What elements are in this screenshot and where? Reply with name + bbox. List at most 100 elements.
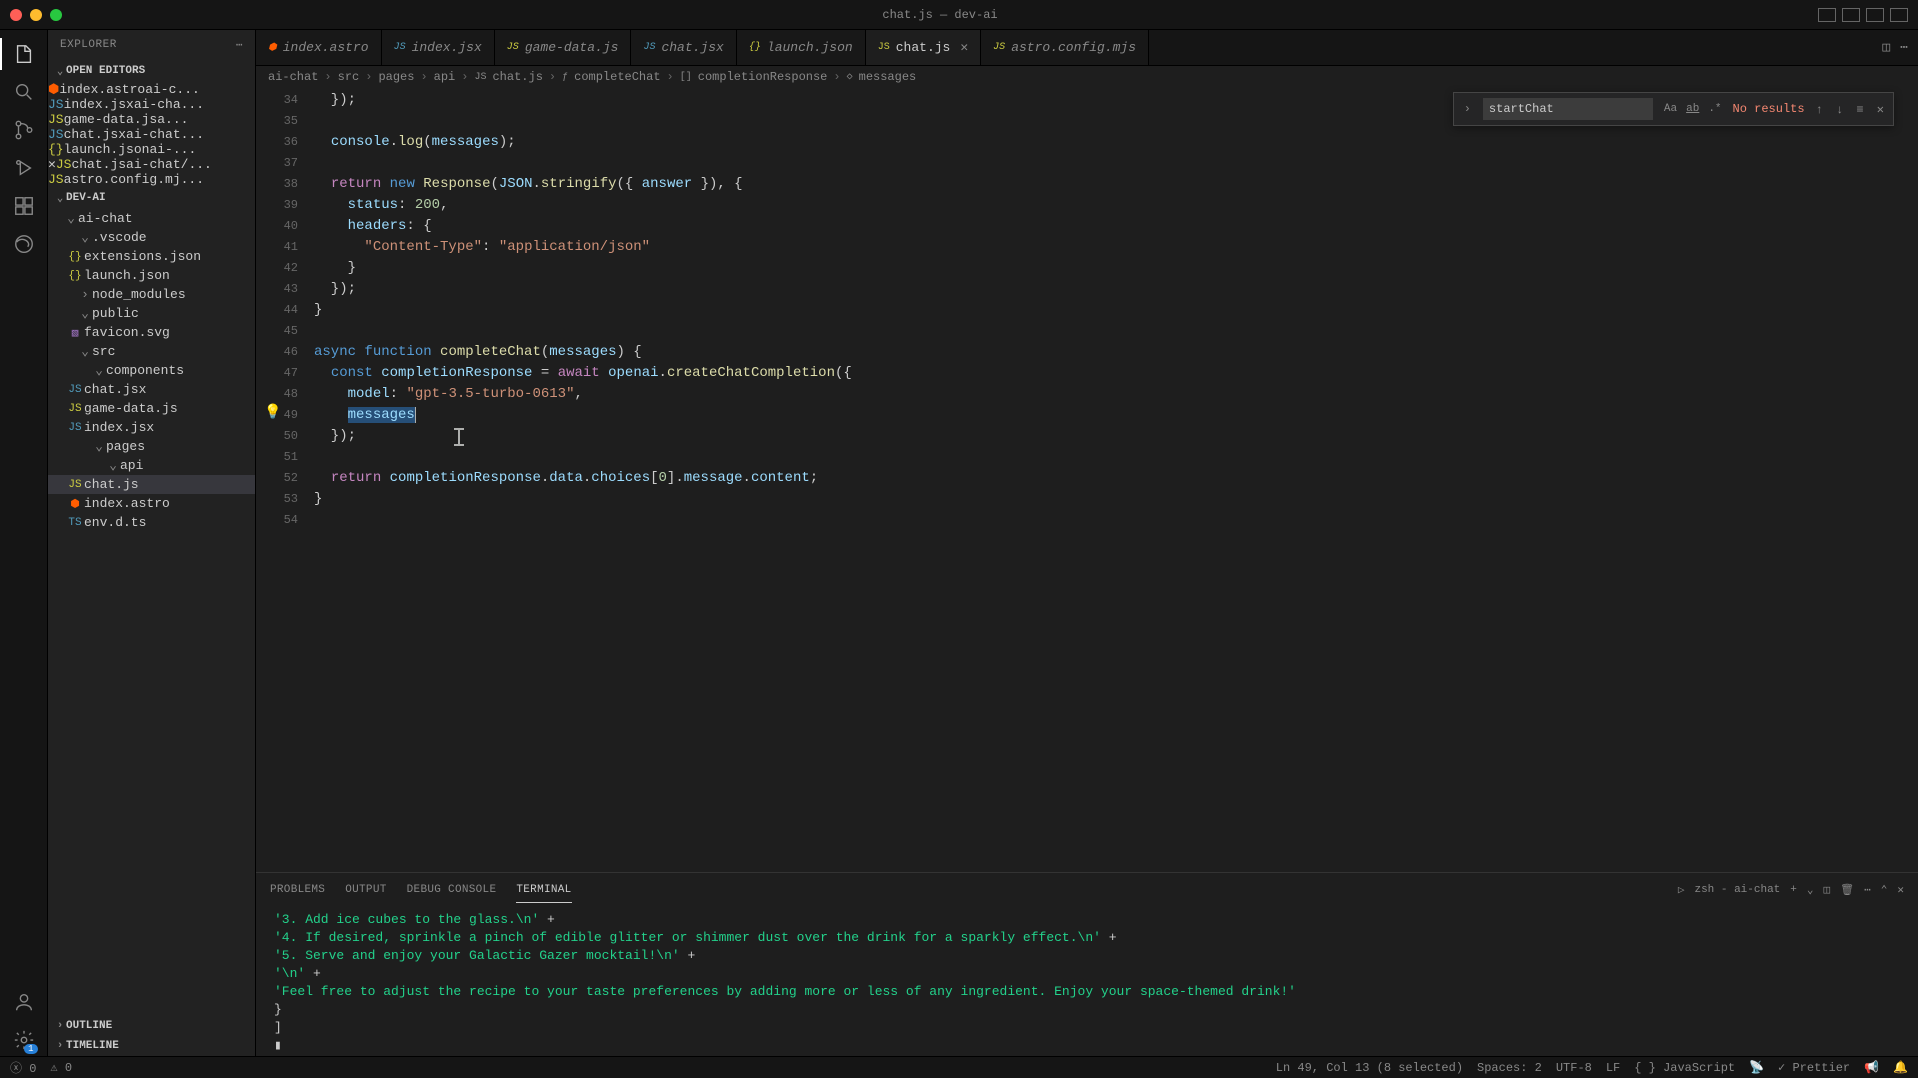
file-item[interactable]: JSindex.jsx <box>48 418 255 437</box>
open-editor-item[interactable]: JSchat.jsxai-chat... <box>48 127 255 142</box>
breadcrumb[interactable]: ai-chat›src›pages›api›JSchat.js›ƒcomplet… <box>256 66 1918 88</box>
minimap[interactable] <box>1904 88 1918 872</box>
breadcrumb-item[interactable]: chat.js <box>492 70 542 84</box>
status-encoding[interactable]: UTF-8 <box>1556 1061 1592 1075</box>
file-item[interactable]: JSchat.js <box>48 475 255 494</box>
folder-ai-chat[interactable]: ⌄ai-chat <box>48 209 255 228</box>
activity-debug-icon[interactable] <box>8 152 40 184</box>
find-next-icon[interactable]: ↓ <box>1833 103 1846 117</box>
find-close-icon[interactable]: ✕ <box>1874 103 1887 117</box>
toggle-panel-right-icon[interactable] <box>1866 8 1884 22</box>
status-ports-icon[interactable]: 📡 <box>1749 1060 1764 1075</box>
status-eol[interactable]: LF <box>1606 1061 1620 1075</box>
regex-icon[interactable]: .* <box>1705 101 1724 117</box>
terminal-kill-icon[interactable]: 🗑 <box>1840 883 1854 897</box>
panel-tab-debug-console[interactable]: DEBUG CONSOLE <box>407 878 497 902</box>
window-maximize-button[interactable] <box>50 9 62 21</box>
tab-launch.json[interactable]: {}launch.json <box>737 30 866 65</box>
folder-node_modules[interactable]: ›node_modules <box>48 285 255 304</box>
lightbulb-icon[interactable]: 💡 <box>264 404 281 421</box>
breadcrumb-item[interactable]: messages <box>859 70 917 84</box>
activity-search-icon[interactable] <box>8 76 40 108</box>
close-icon[interactable]: ✕ <box>48 157 56 172</box>
match-case-icon[interactable]: Aa <box>1661 101 1680 117</box>
find-selection-icon[interactable]: ≡ <box>1853 103 1866 117</box>
tab-index.jsx[interactable]: JSindex.jsx <box>382 30 495 65</box>
find-expand-icon[interactable]: › <box>1460 102 1475 116</box>
terminal-shell-label[interactable]: zsh - ai-chat <box>1694 884 1780 896</box>
breadcrumb-item[interactable]: completionResponse <box>698 70 828 84</box>
terminal-split-icon[interactable]: ◫ <box>1824 883 1831 897</box>
terminal-new-icon[interactable]: + <box>1790 884 1797 896</box>
open-editor-item[interactable]: JSgame-data.jsa... <box>48 112 255 127</box>
more-actions-icon[interactable]: ⋯ <box>1900 40 1908 55</box>
panel-tab-output[interactable]: OUTPUT <box>345 878 386 902</box>
open-editors-header[interactable]: ⌄ OPEN EDITORS <box>48 60 255 82</box>
activity-explorer-icon[interactable] <box>8 38 40 70</box>
workspace-header[interactable]: ⌄ DEV-AI <box>48 187 255 209</box>
file-item[interactable]: {}launch.json <box>48 266 255 285</box>
activity-account-icon[interactable] <box>8 986 40 1018</box>
folder-api[interactable]: ⌄api <box>48 456 255 475</box>
status-prettier[interactable]: ✓ Prettier <box>1778 1060 1850 1075</box>
tab-chat.jsx[interactable]: JSchat.jsx <box>631 30 736 65</box>
open-editor-item[interactable]: {}launch.jsonai-... <box>48 142 255 157</box>
folder-pages[interactable]: ⌄pages <box>48 437 255 456</box>
toggle-panel-bottom-icon[interactable] <box>1842 8 1860 22</box>
status-errors-icon[interactable]: ⓧ 0 <box>10 1059 36 1076</box>
tab-astro.config.mjs[interactable]: JSastro.config.mjs <box>981 30 1149 65</box>
folder-.vscode[interactable]: ⌄.vscode <box>48 228 255 247</box>
file-item[interactable]: ⬢index.astro <box>48 494 255 513</box>
find-prev-icon[interactable]: ↑ <box>1813 103 1826 117</box>
activity-settings-icon[interactable]: 1 <box>8 1024 40 1056</box>
status-feedback-icon[interactable]: 📢 <box>1864 1060 1879 1075</box>
tab-chat.js[interactable]: JSchat.js✕ <box>866 30 981 65</box>
open-editor-item[interactable]: ✕JSchat.jsai-chat/... <box>48 157 255 172</box>
activity-edge-icon[interactable] <box>8 228 40 260</box>
tab-index.astro[interactable]: ⬢index.astro <box>256 30 382 65</box>
terminal-launch-icon[interactable]: ▷ <box>1678 883 1685 897</box>
status-bell-icon[interactable]: 🔔 <box>1893 1060 1908 1075</box>
open-editor-item[interactable]: JSastro.config.mj... <box>48 172 255 187</box>
status-cursor[interactable]: Ln 49, Col 13 (8 selected) <box>1276 1061 1463 1075</box>
code-area[interactable]: }); console.log(messages); return new Re… <box>314 88 1904 872</box>
breadcrumb-item[interactable]: pages <box>378 70 414 84</box>
panel-tab-problems[interactable]: PROBLEMS <box>270 878 325 902</box>
breadcrumb-item[interactable]: src <box>338 70 360 84</box>
terminal[interactable]: '3. Add ice cubes to the glass.\n' + '4.… <box>256 907 1918 1056</box>
tab-game-data.js[interactable]: JSgame-data.js <box>495 30 632 65</box>
file-item[interactable]: JSchat.jsx <box>48 380 255 399</box>
outline-header[interactable]: › OUTLINE <box>48 1016 255 1036</box>
find-input[interactable] <box>1483 98 1653 120</box>
terminal-more-icon[interactable]: ⋯ <box>1864 883 1871 897</box>
folder-public[interactable]: ⌄public <box>48 304 255 323</box>
folder-components[interactable]: ⌄components <box>48 361 255 380</box>
toggle-panel-left-icon[interactable] <box>1818 8 1836 22</box>
file-item[interactable]: JSgame-data.js <box>48 399 255 418</box>
match-word-icon[interactable]: ab <box>1683 101 1702 117</box>
status-warnings-icon[interactable]: ⚠ 0 <box>50 1060 72 1075</box>
activity-scm-icon[interactable] <box>8 114 40 146</box>
breadcrumb-item[interactable]: ai-chat <box>268 70 318 84</box>
panel-maximize-icon[interactable]: ⌃ <box>1881 883 1888 897</box>
panel-close-icon[interactable]: ✕ <box>1897 883 1904 897</box>
status-lang[interactable]: { } JavaScript <box>1634 1061 1735 1075</box>
timeline-header[interactable]: › TIMELINE <box>48 1036 255 1056</box>
status-spaces[interactable]: Spaces: 2 <box>1477 1061 1542 1075</box>
file-item[interactable]: ▧favicon.svg <box>48 323 255 342</box>
terminal-dropdown-icon[interactable]: ⌄ <box>1807 883 1814 897</box>
panel-tab-terminal[interactable]: TERMINAL <box>516 878 571 903</box>
breadcrumb-item[interactable]: completeChat <box>574 70 660 84</box>
split-editor-icon[interactable]: ◫ <box>1882 40 1890 55</box>
close-icon[interactable]: ✕ <box>960 40 968 55</box>
window-close-button[interactable] <box>10 9 22 21</box>
breadcrumb-item[interactable]: api <box>434 70 456 84</box>
activity-extensions-icon[interactable] <box>8 190 40 222</box>
open-editor-item[interactable]: ⬢index.astroai-c... <box>48 82 255 97</box>
explorer-more-icon[interactable]: ⋯ <box>236 38 243 52</box>
open-editor-item[interactable]: JSindex.jsxai-cha... <box>48 97 255 112</box>
file-item[interactable]: TSenv.d.ts <box>48 513 255 532</box>
folder-src[interactable]: ⌄src <box>48 342 255 361</box>
editor[interactable]: 3435363738394041424344454647484950515253… <box>256 88 1918 872</box>
customize-layout-icon[interactable] <box>1890 8 1908 22</box>
